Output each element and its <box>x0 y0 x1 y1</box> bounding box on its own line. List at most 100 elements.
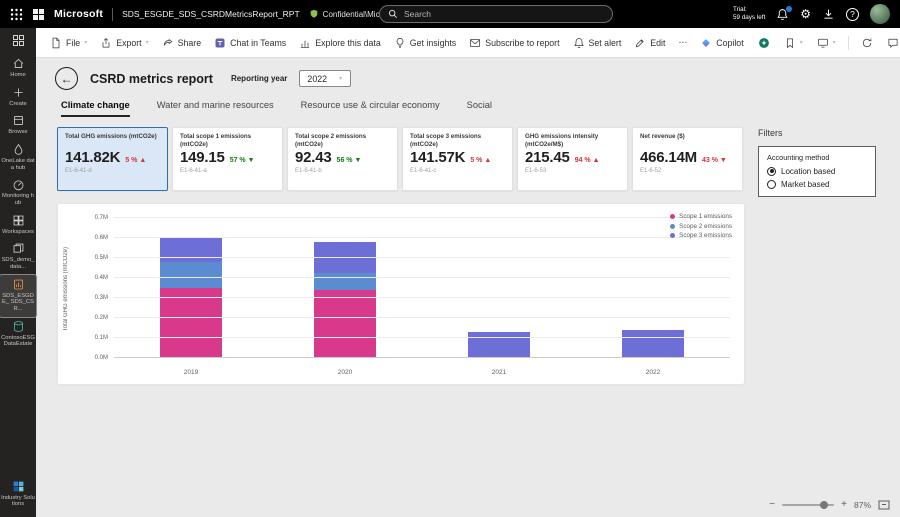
view-options-button[interactable]: ▾ <box>811 33 842 53</box>
sidebar-item-industry-solutions[interactable]: Industry Solutions <box>0 477 36 512</box>
radio-button[interactable] <box>767 180 776 189</box>
toolbar-right-group: Copilot ▾ ▾ <box>694 33 900 53</box>
teams-icon <box>214 37 226 49</box>
sidebar-item-onelake-data-hub[interactable]: OneLake data hub <box>0 140 36 175</box>
nav-grid-icon[interactable] <box>12 34 25 47</box>
kpi-esrs-code: E1-6-53 <box>525 168 547 174</box>
bar-segment-scope-3-emissions[interactable] <box>160 238 222 263</box>
file-menu-button[interactable]: File ▾ <box>44 33 93 53</box>
share-button[interactable]: Share <box>156 33 207 53</box>
filter-option[interactable]: Location based <box>767 166 867 176</box>
filter-option[interactable]: Market based <box>767 180 867 189</box>
file-icon <box>50 37 62 49</box>
edit-button[interactable]: Edit <box>628 33 671 53</box>
sidebar-item-sds-demo-data[interactable]: SDS_demo_ data... <box>0 239 36 274</box>
bar-2022[interactable] <box>622 329 684 358</box>
export-menu-button[interactable]: Export ▾ <box>94 33 154 53</box>
chart-gridline <box>114 357 730 358</box>
copilot-pane-toggle[interactable] <box>752 33 776 53</box>
sidebar-item-workspaces[interactable]: Workspaces <box>0 211 36 240</box>
chart-gridline <box>114 217 730 218</box>
sidebar-item-contosoesg-dataestate[interactable]: ContosoESG DataEstate <box>0 317 36 352</box>
zoom-out-button[interactable]: − <box>769 500 775 510</box>
zoom-slider[interactable] <box>782 501 835 509</box>
kpi-card[interactable]: Net revenue ($) 466.14M 43 % ▼ E1-6-52 <box>632 127 743 191</box>
bar-segment-scope-3-emissions[interactable] <box>622 329 684 358</box>
settings-gear-icon[interactable]: ⚙ <box>800 8 811 20</box>
user-avatar[interactable] <box>870 4 890 24</box>
set-alert-button[interactable]: Set alert <box>567 33 628 53</box>
explore-data-button[interactable]: Explore this data <box>293 33 387 53</box>
app-launcher-waffle-icon[interactable] <box>10 8 23 21</box>
sidebar-item-sds-esgde-sds-csr[interactable]: SDS_ESGDE_ SDS_CSR... <box>0 273 37 318</box>
main-area: Home Create Browse OneLake data hub Moni… <box>0 28 900 517</box>
open-report-name[interactable]: SDS_ESGDE_SDS_CSRDMetricsReport_RPT <box>122 9 300 19</box>
report-toolbar: File ▾ Export ▾ Share Chat in Teams Explor… <box>36 28 900 58</box>
back-button[interactable]: ← <box>55 67 78 90</box>
refresh-button[interactable] <box>855 33 879 53</box>
bar-2020[interactable] <box>314 242 376 358</box>
pencil-icon <box>634 37 646 49</box>
download-icon[interactable] <box>822 8 835 21</box>
kpi-value: 149.15 <box>180 149 225 166</box>
tab-resource-use-circular-economy[interactable]: Resource use & circular economy <box>301 100 440 117</box>
tab-climate-change[interactable]: Climate change <box>61 100 130 117</box>
more-options-button[interactable]: ⋯ <box>672 33 693 52</box>
tab-social[interactable]: Social <box>467 100 492 117</box>
explore-data-icon <box>299 37 311 49</box>
chat-in-teams-button[interactable]: Chat in Teams <box>208 33 292 53</box>
sidebar-item-label: Home <box>10 72 26 78</box>
kpi-value: 141.57K <box>410 149 466 166</box>
kpi-title: Total scope 2 emissions (mtCO2e) <box>295 133 367 148</box>
kpi-card[interactable]: Total GHG emissions (mtCO2e) 141.82K 5 %… <box>57 127 168 191</box>
kpi-card[interactable]: Total scope 3 emissions (mtCO2e) 141.57K… <box>402 127 513 191</box>
get-insights-button[interactable]: Get insights <box>388 33 462 53</box>
sidebar-item-monitoring-hub[interactable]: Monitoring hub <box>0 175 36 210</box>
sidebar-item-home[interactable]: Home <box>0 54 36 83</box>
sidebar-item-icon <box>12 278 25 291</box>
rail-bottom-item: Industry Solutions <box>0 477 36 512</box>
kpi-delta: 57 % ▼ <box>229 157 255 164</box>
report-header: ← CSRD metrics report Reporting year 202… <box>55 67 900 90</box>
kpi-esrs-code: E1-6-41-c <box>410 168 437 174</box>
export-icon <box>100 37 112 49</box>
kpi-card[interactable]: Total scope 1 emissions (mtCO2e) 149.15 … <box>172 127 283 191</box>
comments-button[interactable] <box>881 33 900 53</box>
bar-segment-scope-2-emissions[interactable] <box>160 262 222 288</box>
kpi-delta: 5 % ▲ <box>470 157 492 164</box>
bar-segment-scope-3-emissions[interactable] <box>468 331 530 358</box>
reporting-year-dropdown[interactable]: 2022 ▾ <box>299 70 352 87</box>
search-input[interactable] <box>404 9 604 19</box>
kpi-esrs-code: E1-6-52 <box>640 168 662 174</box>
legend-item[interactable]: Scope 1 emissions <box>670 213 732 220</box>
topbar-divider <box>112 7 114 21</box>
copilot-button[interactable]: Copilot <box>694 33 749 53</box>
kpi-card[interactable]: Total scope 2 emissions (mtCO2e) 92.43 5… <box>287 127 398 191</box>
kpi-delta: 5 % ▲ <box>125 157 147 164</box>
kpi-title: Total scope 1 emissions (mtCO2e) <box>180 133 252 148</box>
envelope-icon <box>469 37 481 49</box>
global-search-box[interactable] <box>379 5 613 23</box>
help-icon[interactable]: ? <box>846 7 859 21</box>
sidebar-item-browse[interactable]: Browse <box>0 111 36 140</box>
radio-button[interactable] <box>767 166 776 176</box>
legend-item[interactable]: Scope 3 emissions <box>670 232 732 239</box>
bar-segment-scope-1-emissions[interactable] <box>160 287 222 358</box>
sidebar-item-create[interactable]: Create <box>0 83 36 112</box>
sensitivity-shield-icon <box>309 9 319 19</box>
bar-2021[interactable] <box>468 331 530 358</box>
kpi-value: 215.45 <box>525 149 570 166</box>
subscribe-button[interactable]: Subscribe to report <box>463 33 565 53</box>
sidebar-item-label: Industry Solutions <box>1 494 35 508</box>
zoom-slider-handle[interactable] <box>819 501 828 509</box>
bar-segment-scope-1-emissions[interactable] <box>314 289 376 358</box>
notifications-bell-icon[interactable] <box>776 4 794 21</box>
bookmarks-button[interactable]: ▾ <box>778 33 809 53</box>
chart-gridline <box>114 337 730 338</box>
bar-segment-scope-2-emissions[interactable] <box>314 273 376 290</box>
kpi-card[interactable]: GHG emissions intensity (mtCO2e/M$) 215.… <box>517 127 628 191</box>
zoom-in-button[interactable]: + <box>841 500 847 510</box>
tab-water-and-marine-resources[interactable]: Water and marine resources <box>157 100 274 117</box>
fit-to-page-icon[interactable] <box>878 499 890 511</box>
legend-item[interactable]: Scope 2 emissions <box>670 223 732 230</box>
